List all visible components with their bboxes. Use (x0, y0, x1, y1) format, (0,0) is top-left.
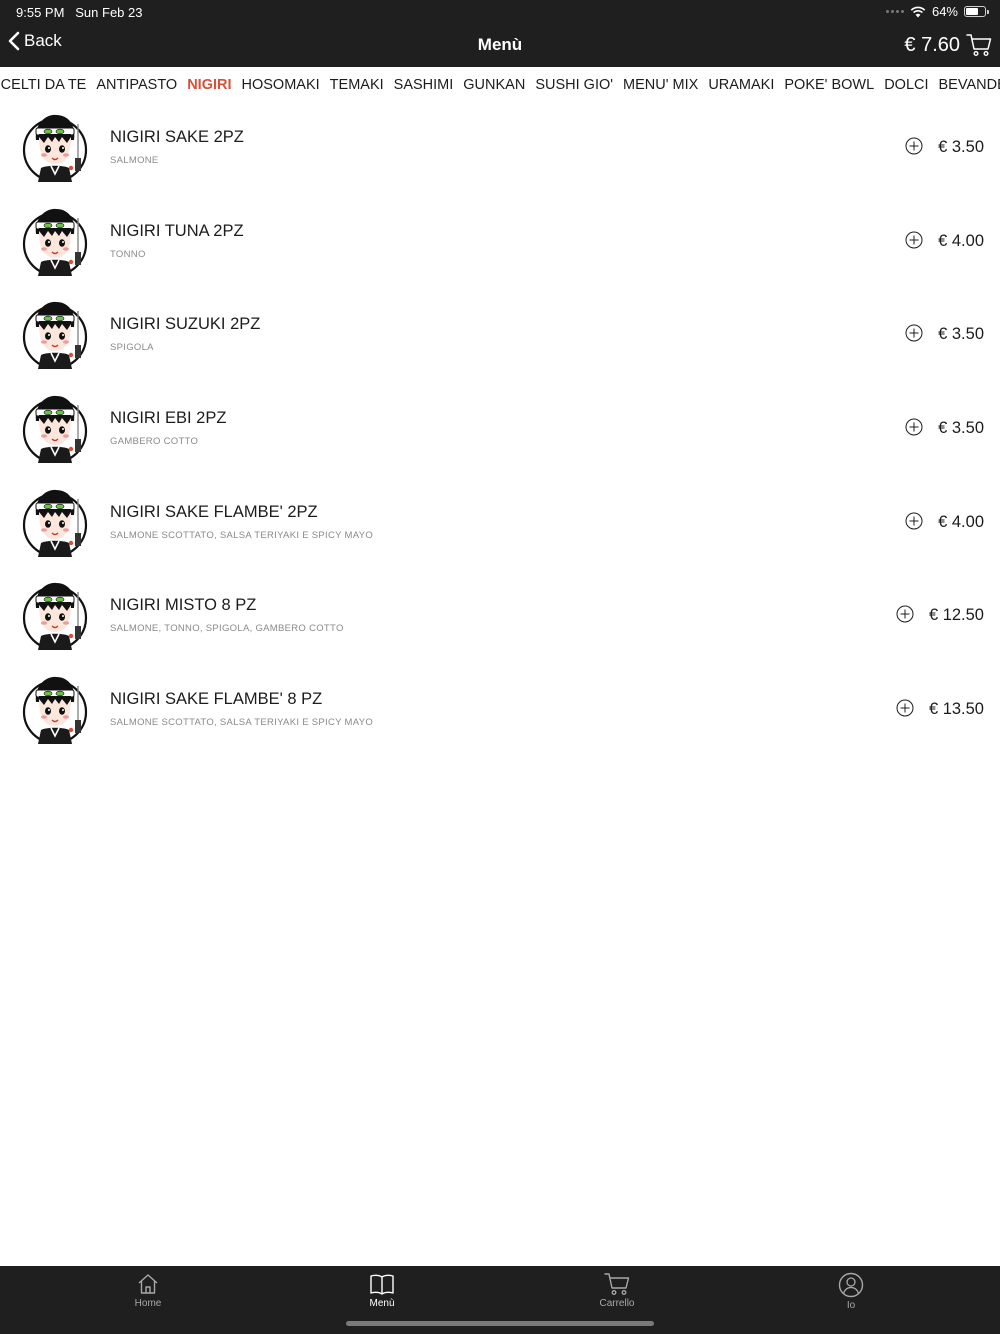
product-name: NIGIRI EBI 2PZ (110, 409, 227, 428)
tab-cart[interactable]: Carrello (557, 1272, 677, 1309)
plus-circle-icon (905, 418, 923, 436)
status-indicators: 64% (885, 4, 989, 19)
add-to-cart-button[interactable] (905, 418, 923, 436)
add-to-cart-button[interactable] (905, 231, 923, 249)
category-tab[interactable]: DOLCI (884, 77, 928, 93)
product-avatar-image (22, 578, 88, 651)
status-clock: 9:55 PM (16, 5, 65, 20)
product-price: € 12.50 (928, 606, 984, 625)
category-tab[interactable]: GUNKAN (463, 77, 525, 93)
cart-icon (966, 34, 992, 57)
product-price: € 3.50 (938, 138, 984, 156)
home-icon (138, 1274, 158, 1294)
category-tab[interactable]: MENU' MIX (623, 77, 698, 93)
product-name: NIGIRI TUNA 2PZ (110, 221, 244, 240)
category-strip[interactable]: SCELTI DA TE ANTIPASTO NIGIRI HOSOMAKI TEMAK… (0, 67, 1000, 103)
product-description: GAMBERO COTTO (110, 436, 199, 448)
plus-circle-icon (905, 231, 923, 249)
tab-home[interactable]: Home (88, 1272, 208, 1309)
tab-profile-label: Io (846, 1300, 856, 1311)
add-to-cart-button[interactable] (896, 699, 914, 717)
top-bar: 9:55 PM Sun Feb 23 64% Back Menù € 7.60 (0, 0, 1000, 67)
product-row[interactable]: NIGIRI TUNA 2PZ TONNO € 4.00 (0, 198, 1000, 292)
page-title: Menù (477, 35, 523, 54)
product-description: TONNO (110, 248, 146, 260)
product-row[interactable]: NIGIRI SAKE FLAMBE' 2PZ SALMONE SCOTTATO,… (0, 479, 1000, 573)
product-name: NIGIRI MISTO 8 PZ (110, 596, 257, 615)
plus-circle-icon (905, 324, 923, 342)
cart-total: € 7.60 (904, 33, 960, 56)
product-row[interactable]: NIGIRI EBI 2PZ GAMBERO COTTO € 3.50 (0, 385, 1000, 479)
product-description: SPIGOLA (110, 342, 154, 354)
product-description: SALMONE SCOTTATO, SALSA TERIYAKI E SPICY… (110, 717, 374, 729)
plus-circle-icon (905, 512, 923, 530)
product-price: € 3.50 (938, 325, 984, 344)
add-to-cart-button[interactable] (896, 605, 914, 623)
add-to-cart-button[interactable] (905, 512, 923, 530)
product-list: NIGIRI SAKE 2PZ SALMONE € 3.50 NIGIRI TUNA … (0, 104, 1000, 760)
product-name: NIGIRI SUZUKI 2PZ (110, 315, 261, 334)
product-row[interactable]: NIGIRI SAKE FLAMBE' 8 PZ SALMONE SCOTTATO… (0, 666, 1000, 760)
product-avatar-image (22, 110, 88, 183)
home-indicator[interactable] (346, 1321, 654, 1326)
tab-home-label: Home (134, 1298, 162, 1309)
battery-icon (964, 6, 989, 17)
product-avatar-image (22, 297, 88, 370)
category-tab[interactable]: SCELTI DA TE (0, 77, 86, 93)
category-tab[interactable]: NIGIRI (187, 77, 231, 93)
status-date: Sun Feb 23 (75, 5, 143, 20)
plus-circle-icon (896, 699, 914, 717)
product-row[interactable]: NIGIRI SUZUKI 2PZ SPIGOLA € 3.50 (0, 291, 1000, 385)
product-description: SALMONE, TONNO, SPIGOLA, GAMBERO COTTO (110, 623, 344, 635)
category-tab[interactable]: HOSOMAKI (242, 77, 320, 93)
wifi-icon (910, 6, 926, 17)
product-avatar-image (22, 672, 88, 745)
plus-circle-icon (905, 137, 923, 155)
product-name: NIGIRI SAKE 2PZ (110, 128, 244, 146)
product-name: NIGIRI SAKE FLAMBE' 2PZ (110, 502, 318, 521)
product-description: SALMONE SCOTTATO, SALSA TERIYAKI E SPICY… (110, 529, 374, 541)
chevron-left-icon (8, 31, 20, 51)
category-tab[interactable]: BEVANDE (939, 77, 1000, 93)
cellular-signal-icon (885, 10, 904, 13)
product-price: € 3.50 (938, 419, 984, 438)
category-tab[interactable]: TEMAKI (330, 77, 384, 93)
product-description: SALMONE (110, 155, 159, 166)
product-name: NIGIRI SAKE FLAMBE' 8 PZ (110, 690, 323, 709)
product-price: € 4.00 (938, 512, 984, 531)
product-avatar-image (22, 204, 88, 276)
category-tab[interactable]: POKE' BOWL (784, 77, 874, 93)
category-tab[interactable]: URAMAKI (708, 77, 774, 93)
add-to-cart-button[interactable] (905, 324, 923, 342)
product-avatar-image (22, 391, 88, 464)
status-time: 9:55 PM Sun Feb 23 (16, 5, 142, 20)
category-tab[interactable]: SUSHI GIO' (535, 77, 613, 93)
product-row[interactable]: NIGIRI MISTO 8 PZ SALMONE, TONNO, SPIGOLA… (0, 572, 1000, 666)
back-button[interactable]: Back (8, 31, 62, 51)
category-tab[interactable]: ANTIPASTO (96, 77, 177, 93)
tab-cart-label: Carrello (599, 1298, 635, 1309)
battery-level (966, 8, 978, 15)
user-icon (838, 1272, 864, 1298)
category-track: SCELTI DA TE ANTIPASTO NIGIRI HOSOMAKI TEMAK… (0, 77, 1000, 93)
cart-summary-button[interactable]: € 7.60 (904, 33, 992, 57)
back-label: Back (24, 31, 62, 50)
book-icon (370, 1274, 394, 1295)
menu-screen: 9:55 PM Sun Feb 23 64% Back Menù € 7.60 … (0, 0, 1000, 1334)
product-price: € 13.50 (928, 700, 984, 719)
tab-menu-label: Menù (369, 1298, 395, 1309)
cart-icon (604, 1273, 630, 1295)
tab-menu[interactable]: Menù (322, 1272, 442, 1309)
product-price: € 4.00 (938, 231, 984, 250)
tab-profile[interactable]: Io (791, 1272, 911, 1311)
plus-circle-icon (896, 605, 914, 623)
product-row[interactable]: NIGIRI SAKE 2PZ SALMONE € 3.50 (0, 104, 1000, 198)
battery-percent: 64% (931, 4, 958, 19)
product-avatar-image (22, 485, 88, 557)
add-to-cart-button[interactable] (905, 137, 923, 155)
category-tab[interactable]: SASHIMI (394, 77, 454, 93)
